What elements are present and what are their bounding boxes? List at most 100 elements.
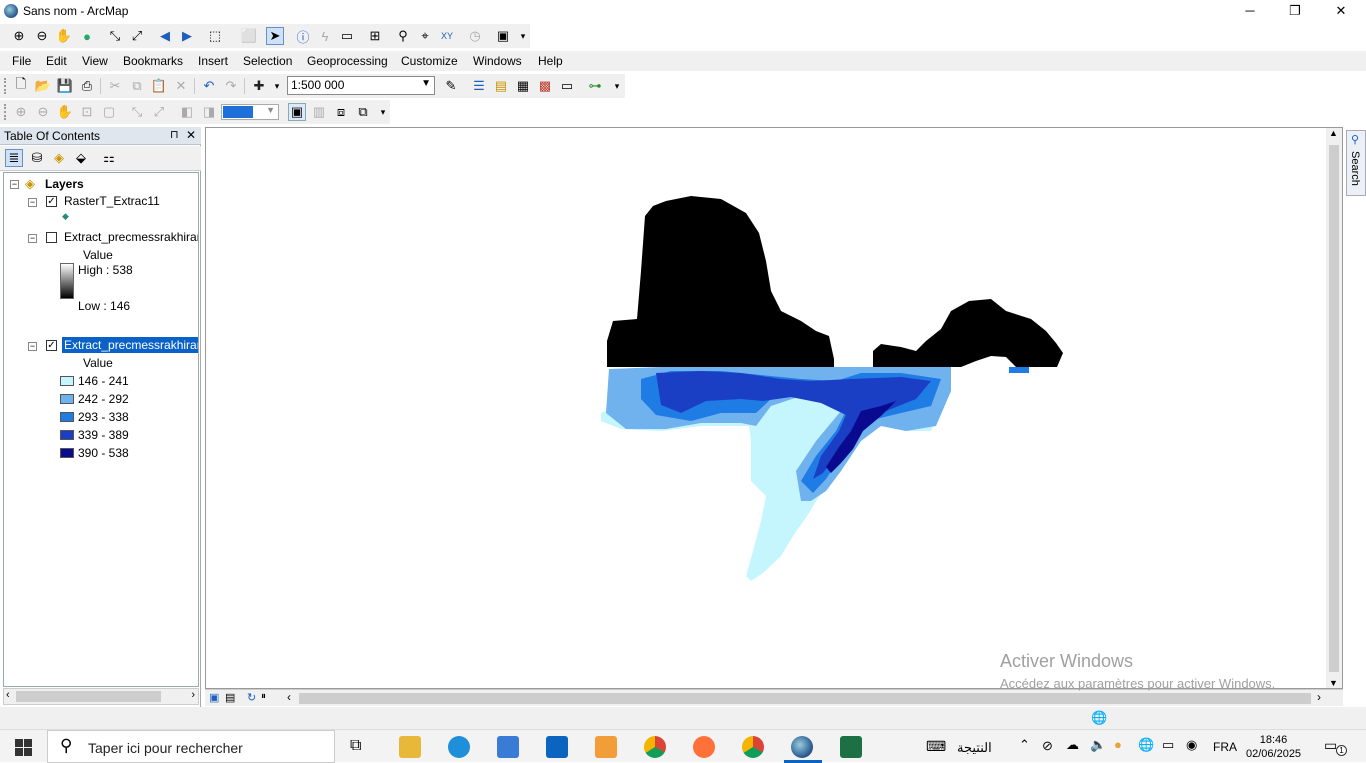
menu-help[interactable]: Help xyxy=(538,54,563,68)
layer-visibility-checkbox[interactable]: ✓ xyxy=(46,196,57,207)
pan-icon[interactable]: ✋ xyxy=(55,27,73,45)
minimize-button[interactable]: ─ xyxy=(1227,0,1273,22)
arcmap-taskbar-icon[interactable] xyxy=(791,736,813,758)
fixed-zoom-in-icon[interactable]: ⤡ xyxy=(106,27,124,45)
toolbar-grip[interactable] xyxy=(4,104,7,120)
toggle-draft-mode-icon[interactable]: ▣ xyxy=(288,103,306,121)
chrome-profile-icon[interactable] xyxy=(742,736,764,758)
firefox-icon[interactable] xyxy=(693,736,715,758)
select-elements-icon[interactable]: ➤ xyxy=(266,27,284,45)
save-icon[interactable]: 💾 xyxy=(56,77,74,95)
menu-insert[interactable]: Insert xyxy=(198,54,228,68)
map-scale-combobox[interactable]: 1:500 000 ▼ xyxy=(287,76,435,95)
scroll-left-icon[interactable]: ‹ xyxy=(287,690,291,704)
toc-options-icon[interactable]: ⚏ xyxy=(100,149,118,167)
add-data-dropdown-icon[interactable]: ▾ xyxy=(268,77,286,95)
chevron-down-icon[interactable]: ▼ xyxy=(421,78,431,89)
clear-selection-icon[interactable]: ⬜ xyxy=(240,27,258,45)
find-route-icon[interactable]: ⌖ xyxy=(416,27,434,45)
zoom-whole-page-icon[interactable]: ⊡ xyxy=(78,103,96,121)
windows-start-icon[interactable] xyxy=(15,739,32,756)
zoom-in-icon[interactable]: ⊕ xyxy=(10,27,28,45)
edge-icon[interactable] xyxy=(448,736,470,758)
app-tray-icon[interactable]: ● xyxy=(1114,737,1122,752)
menu-view[interactable]: View xyxy=(82,54,108,68)
viewer-window-icon[interactable]: ▣ xyxy=(494,27,512,45)
list-by-visibility-icon[interactable]: ◈ xyxy=(50,149,68,167)
catalog-window-icon[interactable]: ▤ xyxy=(492,77,510,95)
pause-drawing-icon[interactable]: ⏸ xyxy=(261,691,266,702)
print-icon[interactable]: ⎙ xyxy=(78,77,96,95)
data-frame-label[interactable]: Layers xyxy=(45,177,84,191)
layer-name-extract[interactable]: Extract_precmessrakhiran xyxy=(64,230,198,244)
pin-icon[interactable]: ⊓ xyxy=(170,128,179,141)
paste-icon[interactable]: 📋 xyxy=(150,77,168,95)
keyboard-icon[interactable]: ⌨ xyxy=(926,738,946,755)
close-window-button[interactable]: ✕ xyxy=(1318,0,1364,22)
zoom-out-icon[interactable]: ⊖ xyxy=(33,27,51,45)
identify-icon[interactable]: ⓘ xyxy=(294,27,312,45)
python-window-icon[interactable]: ▭ xyxy=(558,77,576,95)
undo-icon[interactable]: ↶ xyxy=(200,77,218,95)
fixed-zoom-out-icon[interactable]: ⤢ xyxy=(128,27,146,45)
time-slider-icon[interactable]: ◷ xyxy=(466,27,484,45)
editor-toolbar-icon[interactable]: ✎ xyxy=(442,77,460,95)
battery-icon[interactable]: ▭ xyxy=(1162,737,1174,753)
scroll-down-icon[interactable]: ▼ xyxy=(1329,678,1338,688)
full-extent-icon[interactable]: ● xyxy=(78,27,96,45)
toc-horizontal-scrollbar[interactable]: ‹ › xyxy=(3,688,199,705)
toolbar-options-icon[interactable]: ▾ xyxy=(514,27,532,45)
menu-file[interactable]: File xyxy=(12,54,31,68)
go-back-icon[interactable]: ◀ xyxy=(156,27,174,45)
layer-name-extract-selected[interactable]: Extract_precmessrakhiran xyxy=(62,337,198,353)
taskbar-search-box[interactable]: ⚲ Taper ici pour rechercher xyxy=(47,730,335,763)
store-icon[interactable] xyxy=(497,736,519,758)
list-by-selection-icon[interactable]: ⬙ xyxy=(72,149,90,167)
scroll-right-icon[interactable]: › xyxy=(191,689,195,701)
change-layout-icon[interactable]: ⧈ xyxy=(332,103,350,121)
media-app-icon[interactable] xyxy=(595,736,617,758)
restore-button[interactable]: ❐ xyxy=(1272,0,1318,22)
find-icon[interactable]: ⚲ xyxy=(394,27,412,45)
delete-icon[interactable]: ✕ xyxy=(172,77,190,95)
input-language[interactable]: FRA xyxy=(1213,740,1237,754)
file-explorer-icon[interactable] xyxy=(399,736,421,758)
select-features-icon[interactable]: ⬚ xyxy=(206,27,224,45)
redo-icon[interactable]: ↷ xyxy=(222,77,240,95)
hyperlink-icon[interactable]: ϟ xyxy=(316,27,334,45)
menu-windows[interactable]: Windows xyxy=(473,54,522,68)
scroll-up-icon[interactable]: ▲ xyxy=(1329,128,1338,138)
outlook-icon[interactable] xyxy=(546,736,568,758)
toolbar-options-icon[interactable]: ▾ xyxy=(608,77,626,95)
menu-geoprocessing[interactable]: Geoprocessing xyxy=(307,54,388,68)
layer-visibility-checkbox[interactable] xyxy=(46,232,57,243)
clock[interactable]: 18:46 02/06/2025 xyxy=(1246,733,1301,761)
map-canvas[interactable] xyxy=(206,128,1344,690)
go-forward-icon[interactable]: ▶ xyxy=(178,27,196,45)
copy-icon[interactable]: ⧉ xyxy=(128,77,146,95)
go-to-xy-icon[interactable]: XY xyxy=(438,27,456,45)
focus-data-frame-icon[interactable]: ▥ xyxy=(310,103,328,121)
search-side-tab[interactable]: ⚲ Search xyxy=(1346,130,1366,196)
collapse-icon[interactable]: − xyxy=(28,198,37,207)
map-display[interactable] xyxy=(205,127,1343,689)
camera-icon[interactable]: ◉ xyxy=(1186,737,1197,753)
task-view-icon[interactable]: ⧉ xyxy=(350,737,361,755)
menu-edit[interactable]: Edit xyxy=(46,54,67,68)
globe-icon[interactable]: 🌐 xyxy=(1138,737,1154,753)
layout-pan-icon[interactable]: ✋ xyxy=(56,103,74,121)
cut-icon[interactable]: ✂ xyxy=(106,77,124,95)
menu-selection[interactable]: Selection xyxy=(243,54,292,68)
scroll-thumb[interactable] xyxy=(1329,145,1339,672)
search-window-icon[interactable]: ▦ xyxy=(514,77,532,95)
table-of-contents-icon[interactable]: ☰ xyxy=(470,77,488,95)
measure-icon[interactable]: ⊞ xyxy=(366,27,384,45)
open-icon[interactable]: 📂 xyxy=(34,77,52,95)
scroll-left-icon[interactable]: ‹ xyxy=(6,689,10,701)
zoom-100-percent-icon[interactable]: ▢ xyxy=(100,103,118,121)
map-vertical-scrollbar[interactable]: ▲ ▼ xyxy=(1326,128,1342,688)
chevron-down-icon[interactable]: ▼ xyxy=(266,105,275,115)
go-forward-extent-icon[interactable]: ◨ xyxy=(200,103,218,121)
data-driven-pages-icon[interactable]: ⧉ xyxy=(354,103,372,121)
collapse-icon[interactable]: − xyxy=(28,234,37,243)
